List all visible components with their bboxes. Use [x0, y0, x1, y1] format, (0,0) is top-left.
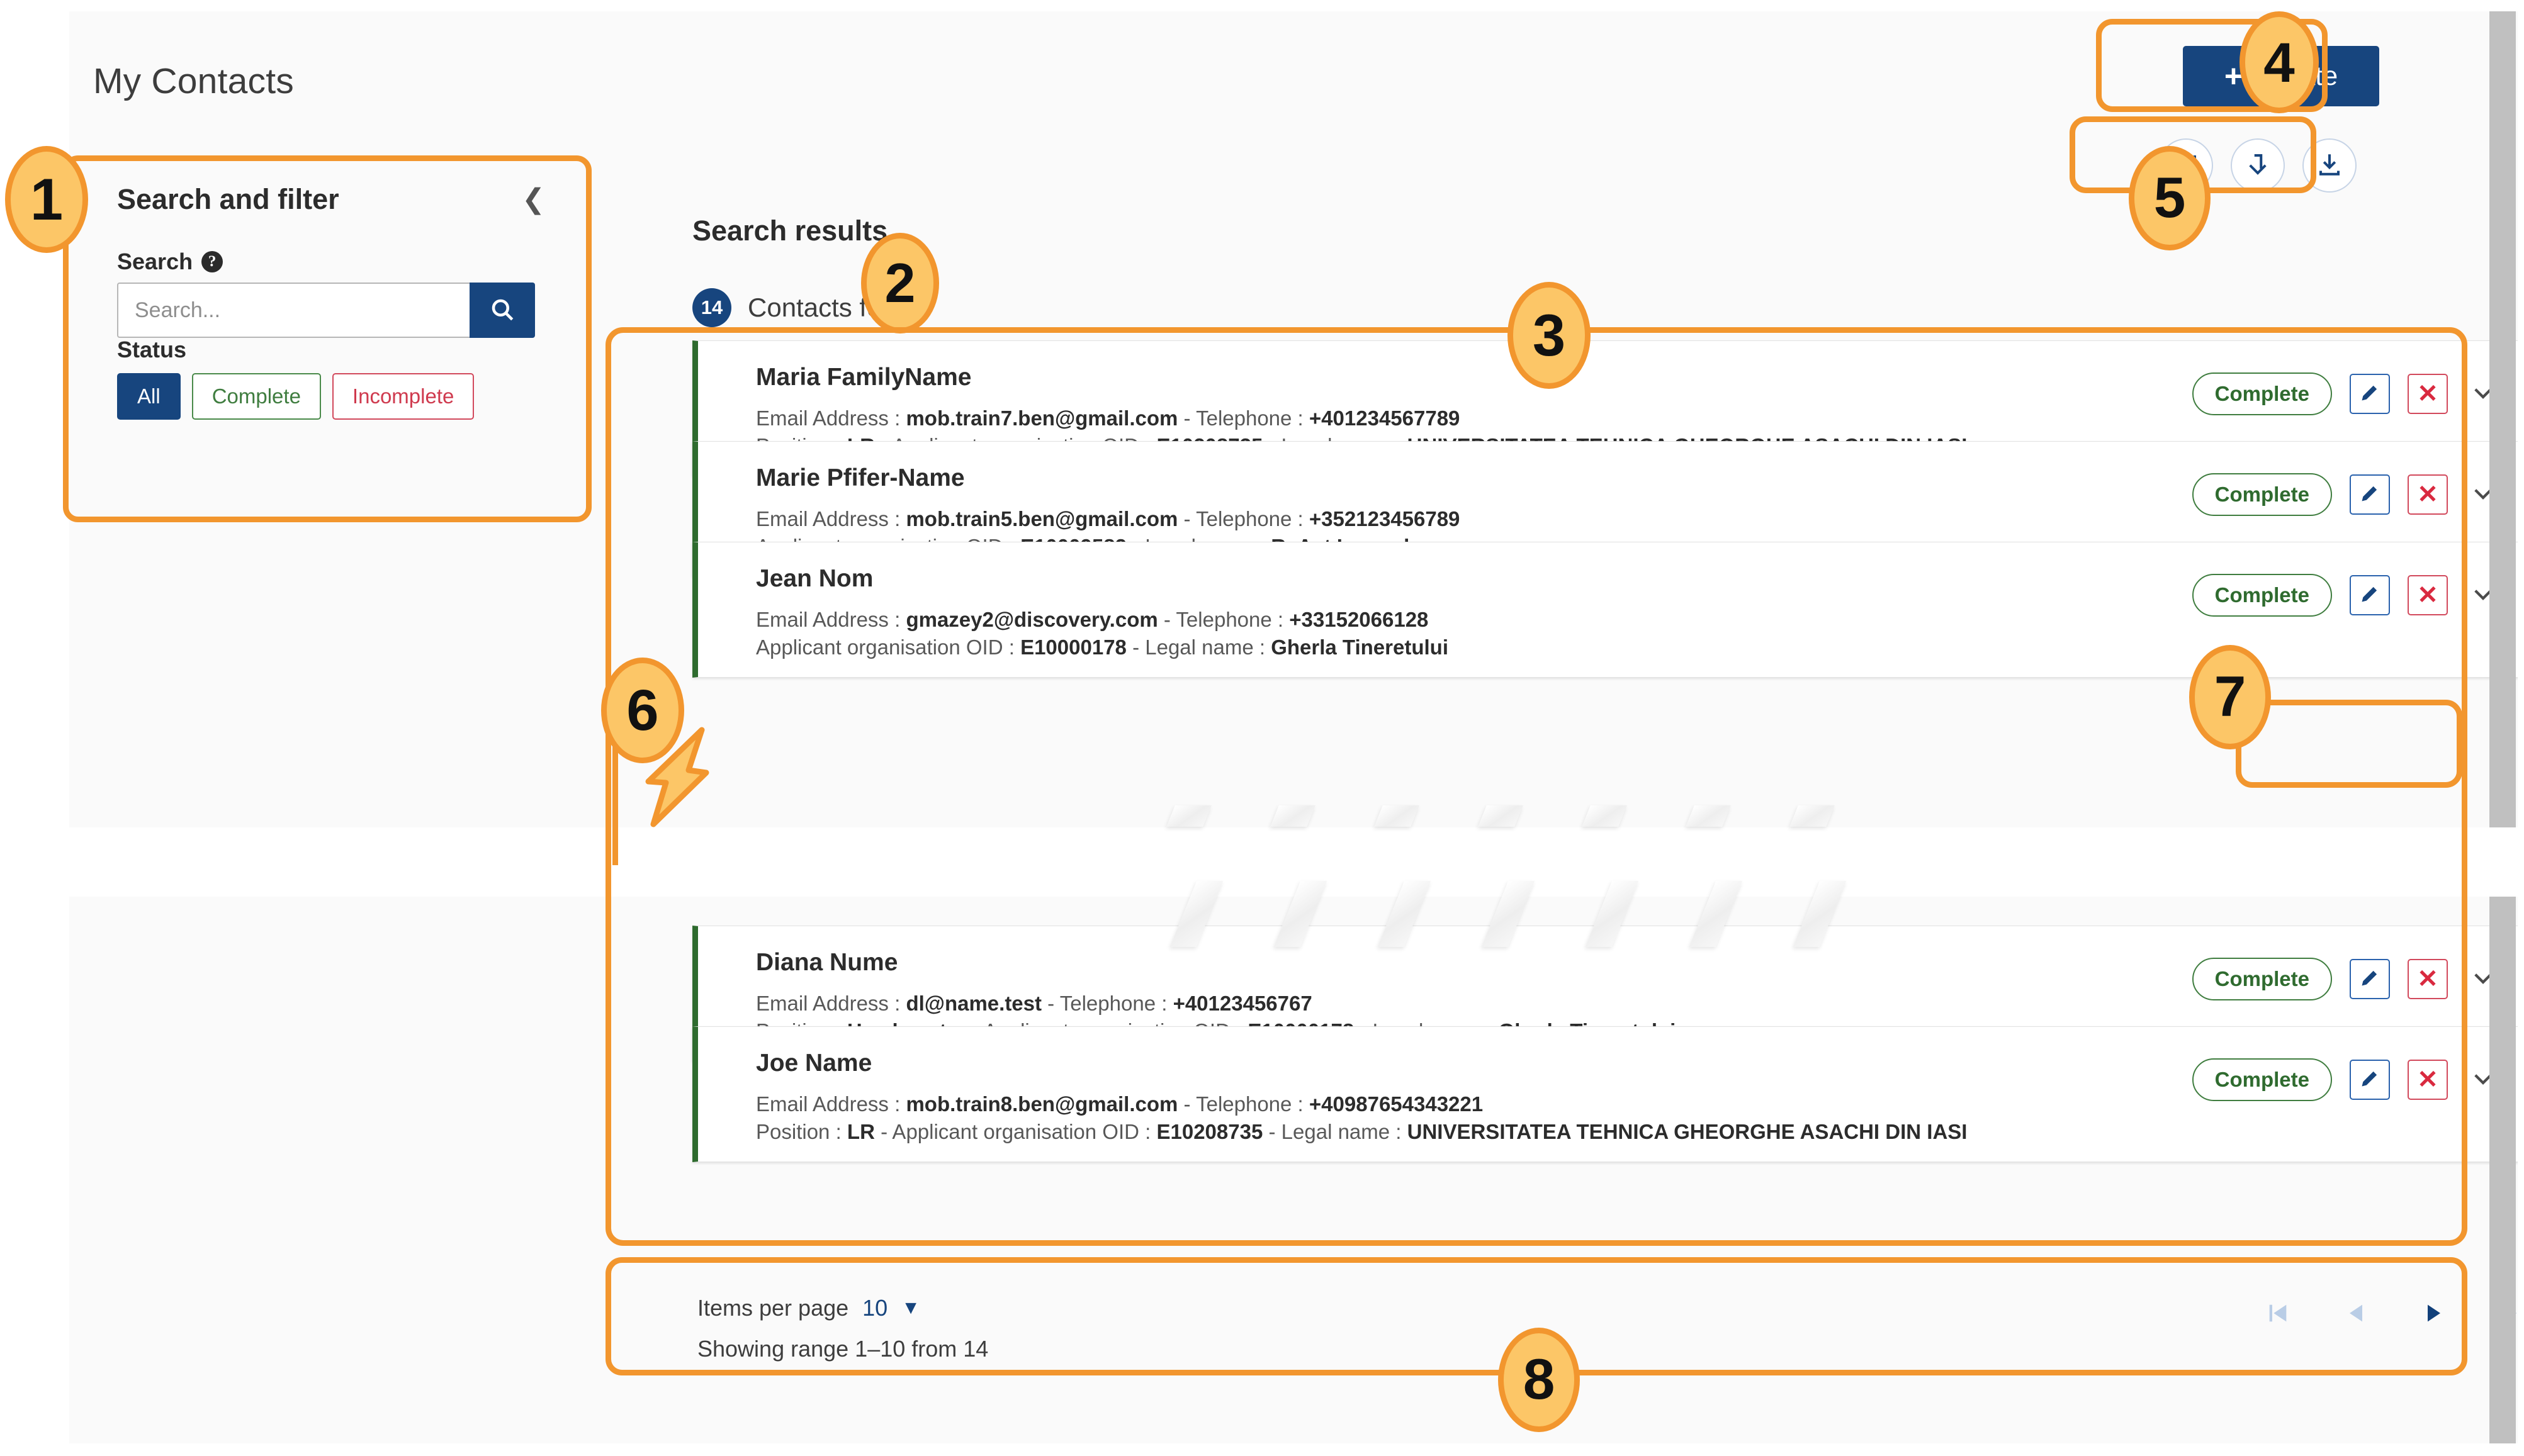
refresh-button[interactable] — [2159, 138, 2213, 193]
status-badge[interactable]: Complete — [2192, 1058, 2332, 1101]
x-icon: ✕ — [2417, 380, 2438, 408]
contact-card-actions: Complete ✕ — [2192, 1058, 2501, 1101]
sort-button[interactable] — [2231, 138, 2285, 193]
edit-contact-button[interactable] — [2350, 1060, 2390, 1100]
app-surface-bottom: My Contacts+CreateSearch and filter❮Sear… — [69, 897, 2518, 1443]
contact-card-actions: Complete ✕ — [2192, 574, 2501, 617]
filter-panel-title: Search and filter — [117, 183, 339, 215]
contact-card[interactable]: Jean Nom Email Address : gmazey2@discover… — [692, 542, 2518, 678]
results-toolbar — [2159, 138, 2357, 193]
items-per-page-value[interactable]: 10 — [862, 1295, 887, 1321]
contact-email-phone-line: Email Address : dl@name.test - Telephone… — [756, 992, 1312, 1015]
search-submit-button[interactable] — [470, 283, 535, 338]
pencil-icon — [2359, 583, 2380, 608]
refresh-icon — [2173, 151, 2199, 181]
export-button[interactable] — [2302, 138, 2357, 193]
items-per-page-label: Items per page — [697, 1295, 849, 1321]
search-row — [117, 283, 535, 338]
delete-contact-button[interactable]: ✕ — [2408, 575, 2448, 615]
pencil-icon — [2359, 967, 2380, 992]
magnifier-icon — [489, 296, 516, 325]
contact-name: Maria FamilyName — [756, 364, 972, 391]
contact-card-actions: Complete ✕ — [2192, 372, 2501, 415]
page-title: My Contacts — [93, 61, 294, 101]
first-page-button — [2263, 1300, 2292, 1329]
pagination-nav — [2263, 1300, 2518, 1329]
plus-icon: + — [2224, 59, 2243, 94]
filter-panel-header: Search and filter ❮ — [117, 183, 551, 216]
search-and-filter-panel: Search and filter ❮ Search? Status AllComple… — [92, 165, 572, 537]
question-mark-icon[interactable]: ? — [201, 251, 223, 272]
delete-contact-button[interactable]: ✕ — [2408, 474, 2448, 515]
pencil-icon — [2359, 1068, 2380, 1092]
contacts-found-label: Contacts found — [748, 293, 926, 322]
x-icon: ✕ — [2417, 965, 2438, 993]
contact-email-phone-line: Email Address : mob.train7.ben@gmail.com… — [756, 406, 1460, 430]
status-filter-label: Status — [117, 337, 187, 362]
pagination-bar: Items per page 10 ▼ Showing range 1–10 from… — [692, 1289, 2518, 1383]
x-icon: ✕ — [2417, 581, 2438, 609]
status-filter-complete[interactable]: Complete — [191, 373, 321, 420]
status-badge[interactable]: Complete — [2192, 473, 2332, 516]
contact-org-line: Applicant organisation OID : E10000178 -… — [756, 636, 1448, 659]
contacts-count-badge: 14 — [692, 288, 731, 327]
contact-card-actions: Complete ✕ — [2192, 958, 2501, 1000]
search-field-label: Search? — [117, 249, 223, 275]
edit-contact-button[interactable] — [2350, 474, 2390, 515]
edit-contact-button[interactable] — [2350, 374, 2390, 414]
download-icon — [2316, 151, 2343, 181]
pencil-icon — [2359, 382, 2380, 406]
x-icon: ✕ — [2417, 481, 2438, 508]
contact-name: Joe Name — [756, 1050, 872, 1077]
contact-name: Marie Pfifer-Name — [756, 464, 965, 491]
items-per-page-control[interactable]: Items per page 10 ▼ — [697, 1295, 920, 1321]
first-page-icon — [2265, 1301, 2290, 1329]
prev-page-icon — [2343, 1301, 2369, 1329]
search-results-title: Search results — [692, 215, 888, 247]
status-filter-incomplete[interactable]: Incomplete — [332, 373, 475, 420]
app-surface-top: My Contacts + Create Search and filter ❮ Sear… — [69, 11, 2518, 827]
screenshot-root: My Contacts + Create Search and filter ❮ Sear… — [0, 0, 2524, 1456]
x-icon: ✕ — [2417, 1066, 2438, 1094]
contact-email-phone-line: Email Address : mob.train8.ben@gmail.com… — [756, 1092, 1484, 1116]
next-page-icon — [2421, 1301, 2447, 1329]
delete-contact-button[interactable]: ✕ — [2408, 1060, 2448, 1100]
showing-range-text: Showing range 1–10 from 14 — [697, 1336, 989, 1362]
contact-card-actions: Complete ✕ — [2192, 473, 2501, 516]
pencil-icon — [2359, 483, 2380, 507]
status-filter-group: All Complete Incomplete — [117, 373, 475, 420]
delete-contact-button[interactable]: ✕ — [2408, 959, 2448, 999]
chevron-left-icon[interactable]: ❮ — [516, 186, 551, 213]
scrollbar-track[interactable] — [2489, 11, 2516, 827]
contacts-found-row: 14 Contacts found — [692, 288, 926, 327]
edit-contact-button[interactable] — [2350, 575, 2390, 615]
contact-email-phone-line: Email Address : gmazey2@discovery.com - … — [756, 608, 1429, 631]
create-button[interactable]: + Create — [2183, 46, 2379, 106]
next-page-button[interactable] — [2420, 1300, 2448, 1329]
contact-org-line: Position : LR - Applicant organisation O… — [756, 1120, 1968, 1143]
status-badge[interactable]: Complete — [2192, 372, 2332, 415]
edit-contact-button[interactable] — [2350, 959, 2390, 999]
contact-card[interactable]: Joe Name Email Address : mob.train8.ben@g… — [692, 1026, 2518, 1162]
delete-contact-button[interactable]: ✕ — [2408, 374, 2448, 414]
search-input[interactable] — [117, 283, 470, 338]
contact-name: Diana Nume — [756, 949, 898, 976]
status-badge[interactable]: Complete — [2192, 574, 2332, 617]
create-button-label: Create — [2256, 60, 2338, 91]
caret-down-icon[interactable]: ▼ — [901, 1299, 920, 1318]
status-filter-all[interactable]: All — [117, 373, 181, 420]
prev-page-button — [2341, 1300, 2370, 1329]
scrollbar-track[interactable] — [2489, 897, 2516, 1443]
contact-email-phone-line: Email Address : mob.train5.ben@gmail.com… — [756, 507, 1460, 530]
status-badge[interactable]: Complete — [2192, 958, 2332, 1000]
arrow-down-turn-icon — [2245, 151, 2271, 181]
contact-name: Jean Nom — [756, 565, 874, 592]
